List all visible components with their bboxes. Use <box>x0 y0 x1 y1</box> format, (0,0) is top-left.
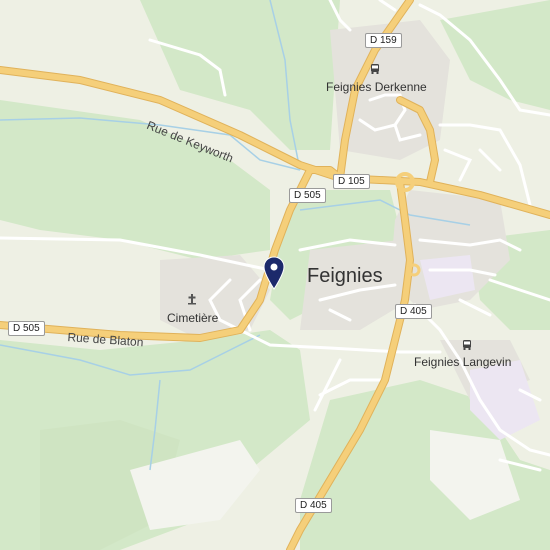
place-label-langevin[interactable]: Feignies Langevin <box>414 355 511 369</box>
road-shield-d405-south: D 405 <box>295 498 332 513</box>
bus-stop-icon[interactable] <box>369 63 381 75</box>
map-view[interactable]: Rue de Keyworth Rue de Blaton D 159 D 10… <box>0 0 550 550</box>
road-shield-d505-center: D 505 <box>289 188 326 203</box>
place-label-derkenne[interactable]: Feignies Derkenne <box>326 80 427 94</box>
location-pin-icon[interactable] <box>262 256 286 290</box>
road-shield-d405-north: D 405 <box>395 304 432 319</box>
road-shield-d505-west: D 505 <box>8 321 45 336</box>
road-shield-d105: D 105 <box>333 174 370 189</box>
road-shield-d159: D 159 <box>365 33 402 48</box>
town-label: Feignies <box>307 265 383 287</box>
bus-stop-icon[interactable] <box>461 339 473 351</box>
place-label-cemetery[interactable]: Cimetière <box>167 311 218 325</box>
cemetery-icon[interactable] <box>185 292 199 306</box>
